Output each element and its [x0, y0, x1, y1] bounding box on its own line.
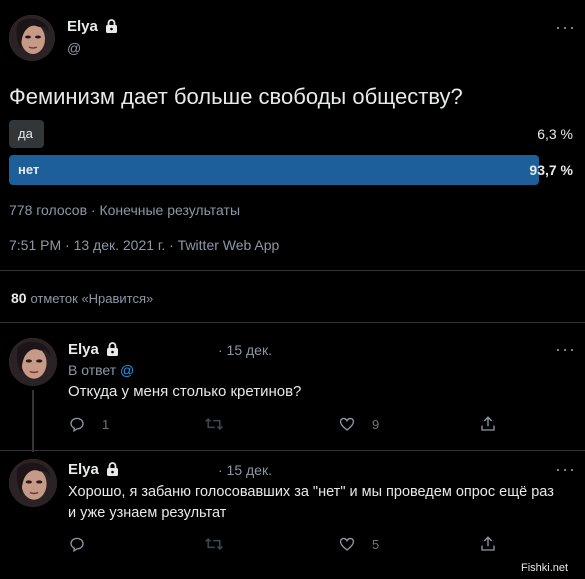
lock-icon: [106, 462, 119, 481]
author-handle[interactable]: @: [67, 40, 81, 56]
poll-option-label-no: нет: [18, 162, 40, 177]
tweet-text: Феминизм дает больше свободы обществу?: [9, 84, 463, 109]
author-name-row[interactable]: Elya: [68, 461, 119, 481]
retweet-icon: [205, 537, 223, 551]
likes-count: 80: [11, 290, 27, 306]
reply-date[interactable]: · 15 дек.: [218, 342, 272, 358]
reply-text-line-2: и уже узнаем результат: [68, 505, 227, 521]
reply-button[interactable]: [68, 535, 102, 553]
reply-prefix: В ответ: [68, 362, 117, 378]
divider: [0, 270, 585, 271]
heart-icon: [339, 417, 355, 431]
reply-thread-line: [32, 390, 34, 452]
like-count: 5: [372, 536, 380, 552]
share-button[interactable]: [479, 534, 513, 554]
tweet-meta[interactable]: 7:51 PM · 13 дек. 2021 г. · Twitter Web …: [9, 237, 279, 253]
poll-option-bar-no: [9, 155, 539, 185]
poll-option-label-yes: да: [18, 126, 33, 141]
lock-icon: [105, 19, 118, 38]
author-name[interactable]: Elya: [67, 18, 98, 35]
reply-context: В ответ @: [68, 362, 134, 378]
author-name[interactable]: Elya: [68, 461, 99, 478]
reply-icon: [70, 417, 84, 433]
share-icon: [481, 536, 495, 551]
watermark: Fishki.net: [521, 562, 569, 574]
share-icon: [481, 416, 495, 431]
author-name[interactable]: Elya: [68, 341, 99, 358]
poll-option-percent-no: 93,7 %: [529, 162, 573, 178]
like-button[interactable]: 9: [338, 415, 379, 433]
like-count: 9: [372, 416, 380, 432]
likes-label: отметок «Нравится»: [30, 291, 154, 306]
poll-option-percent-yes: 6,3 %: [537, 126, 573, 142]
avatar[interactable]: [9, 459, 57, 507]
author-name-row[interactable]: Elya: [68, 341, 119, 361]
reply-to-handle[interactable]: @: [120, 362, 134, 378]
author-name-row[interactable]: Elya: [67, 18, 118, 38]
divider: [0, 450, 585, 451]
share-button[interactable]: [479, 414, 513, 434]
retweet-button[interactable]: [204, 415, 240, 433]
lock-icon: [106, 342, 119, 361]
likes-summary[interactable]: 80 отметок «Нравится»: [11, 290, 153, 306]
more-options-icon[interactable]: ···: [555, 460, 576, 478]
divider: [0, 322, 585, 323]
avatar[interactable]: [9, 15, 55, 61]
more-options-icon[interactable]: ···: [555, 18, 576, 36]
retweet-button[interactable]: [204, 535, 240, 553]
retweet-icon: [205, 417, 223, 431]
reply-count: 1: [102, 416, 110, 432]
reply-date[interactable]: · 15 дек.: [218, 462, 272, 478]
like-button[interactable]: 5: [338, 535, 379, 553]
heart-icon: [339, 537, 355, 551]
reply-icon: [70, 537, 84, 553]
reply-text: Откуда у меня столько кретинов?: [68, 383, 302, 400]
reply-button[interactable]: 1: [68, 415, 109, 433]
poll-summary: 778 голосов · Конечные результаты: [9, 202, 241, 218]
reply-text-line-1: Хорошо, я забаню голосовавших за "нет" и…: [68, 484, 554, 500]
more-options-icon[interactable]: ···: [555, 340, 576, 358]
avatar[interactable]: [9, 338, 57, 386]
